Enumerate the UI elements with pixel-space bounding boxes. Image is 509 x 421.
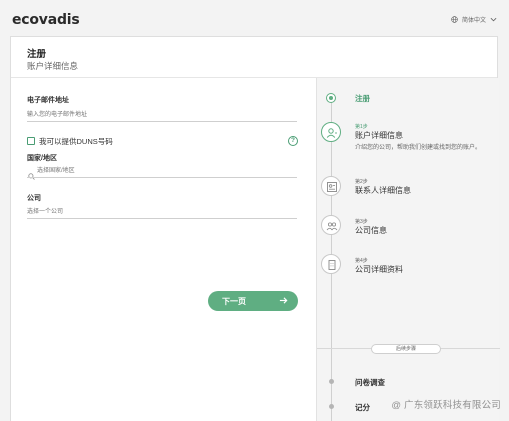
sidebar-register-label: 注册 <box>355 94 370 103</box>
contact-card-icon <box>321 176 341 196</box>
step-1-description: 介绍您的公司，帮助我们创建或找到您的账户。 <box>355 145 482 151</box>
questionnaire-label: 问卷调查 <box>355 378 385 387</box>
scoring-dot <box>329 404 334 409</box>
registration-form: 电子邮件地址 我可以提供DUNS号码 ? 国家/地区 公司 下一页 <box>11 78 316 421</box>
duns-checkbox-label: 我可以提供DUNS号码 <box>39 137 113 146</box>
company-field[interactable] <box>27 205 297 219</box>
company-label: 公司 <box>27 195 41 202</box>
people-icon <box>321 215 341 235</box>
page-subtitle: 账户详细信息 <box>27 61 79 71</box>
step-4-number: 第4步 <box>355 258 368 264</box>
step-1-name: 账户详细信息 <box>355 131 403 140</box>
step-1-number: 第1步 <box>355 124 368 130</box>
progress-sidebar: 注册 第1步 账户详细信息 介绍您的公司，帮助我们创建或找到您的账户。 第2步 … <box>316 78 500 421</box>
language-selector[interactable]: 简体中文 <box>451 15 497 24</box>
step-4-name: 公司详细资料 <box>355 265 403 274</box>
email-field[interactable] <box>27 108 297 122</box>
scoring-label: 记分 <box>355 403 370 412</box>
duns-checkbox[interactable] <box>27 137 35 145</box>
top-bar: ecovadis 简体中文 <box>0 0 509 36</box>
step-3-name: 公司信息 <box>355 226 387 235</box>
next-page-label: 下一页 <box>222 297 246 306</box>
chevron-down-icon <box>490 17 497 22</box>
watermark: @ 广东领跃科技有限公司 <box>391 400 501 411</box>
country-select[interactable] <box>27 164 297 178</box>
help-icon[interactable]: ? <box>288 136 298 146</box>
user-icon <box>321 122 341 142</box>
register-dot <box>326 93 336 103</box>
ecovadis-logo: ecovadis <box>12 12 80 28</box>
next-page-button[interactable]: 下一页 <box>208 291 298 311</box>
language-label: 简体中文 <box>461 18 486 24</box>
globe-icon <box>451 16 458 23</box>
page-title: 注册 <box>27 49 47 60</box>
registration-card: 注册 账户详细信息 电子邮件地址 我可以提供DUNS号码 ? 国家/地区 公司 … <box>10 36 500 421</box>
building-icon <box>321 254 341 274</box>
questionnaire-dot <box>329 379 334 384</box>
step-2-name: 联系人详细信息 <box>355 186 411 195</box>
step-2-number: 第2步 <box>355 179 368 185</box>
country-label: 国家/地区 <box>27 155 57 162</box>
next-steps-badge: 后续步骤 <box>371 344 441 354</box>
card-header: 注册 账户详细信息 <box>11 37 497 78</box>
arrow-right-icon <box>279 296 288 307</box>
email-label: 电子邮件地址 <box>27 97 69 104</box>
step-3-number: 第3步 <box>355 219 368 225</box>
